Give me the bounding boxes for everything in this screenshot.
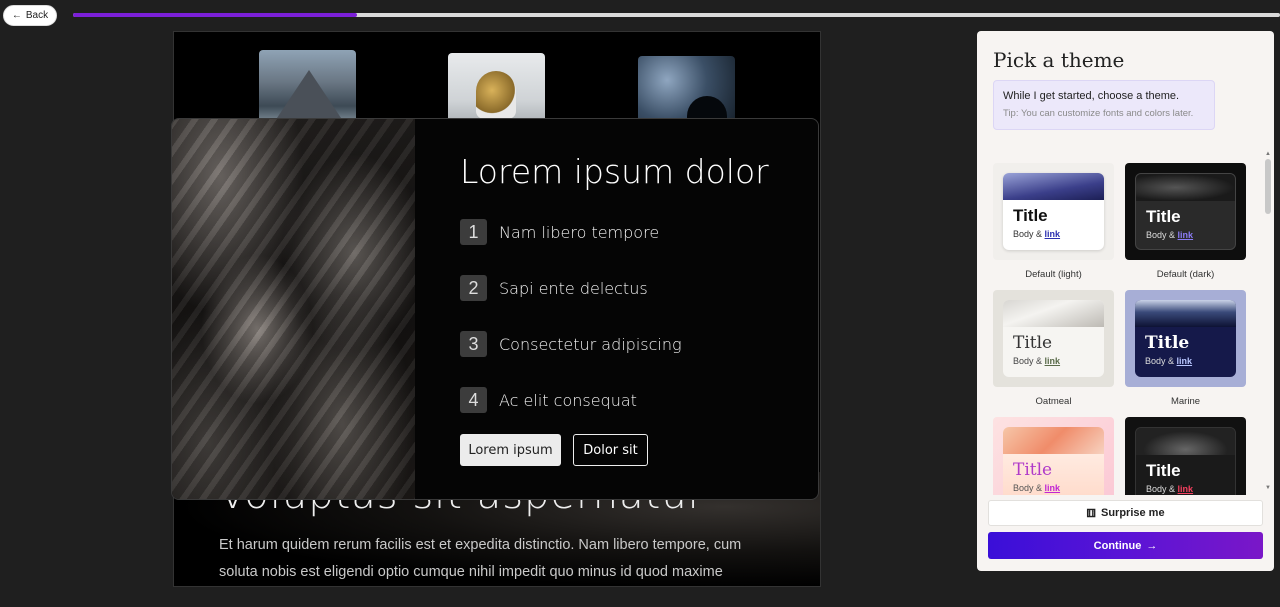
theme-preview-card[interactable]: Title Body & link	[1125, 163, 1246, 260]
scrollbar-thumb[interactable]	[1265, 159, 1271, 214]
list-number: 2	[460, 275, 487, 301]
theme-list-scrollbar[interactable]: ▲ ▼	[1263, 151, 1273, 491]
theme-name: Default (dark)	[1156, 269, 1215, 280]
theme-body: Body &	[1146, 230, 1176, 240]
list-item: 1 Nam libero tempore	[460, 219, 682, 245]
theme-title: Title	[1013, 333, 1053, 353]
back-button-label: Back	[25, 10, 49, 21]
theme-preview-card[interactable]: Title Body & link	[993, 163, 1114, 260]
theme-preview-card[interactable]: Title Body & link	[993, 417, 1114, 495]
theme-name: Marine	[1170, 396, 1201, 407]
list-item: 3 Consectetur adipiscing	[460, 331, 682, 357]
list-item-text: Ac elit consequat	[499, 390, 637, 410]
arrow-right-icon: →	[1146, 539, 1158, 552]
theme-link: link	[1177, 484, 1194, 494]
surprise-me-label: Surprise me	[1100, 507, 1165, 519]
list-item-text: Sapi ente delectus	[499, 278, 648, 298]
slide-secondary-button[interactable]: Dolor sit	[573, 434, 648, 466]
progress-bar	[73, 13, 1280, 17]
theme-title: Title	[1146, 207, 1181, 226]
theme-link: link	[1044, 356, 1061, 366]
slide-title: Lorem ipsum dolor	[460, 152, 769, 191]
theme-body: Body &	[1146, 484, 1176, 494]
tip-sub-text: Tip: You can customize fonts and colors …	[1003, 108, 1194, 119]
theme-preview-card[interactable]: Title Body & link	[1125, 290, 1246, 387]
theme-body: Body &	[1013, 483, 1043, 493]
theme-option-marine[interactable]: Title Body & link Marine	[1125, 290, 1246, 407]
continue-button[interactable]: Continue →	[988, 532, 1263, 559]
theme-title: Title	[1146, 461, 1181, 480]
list-number: 1	[460, 219, 487, 245]
theme-panel: Pick a theme While I get started, choose…	[977, 31, 1274, 571]
theme-title: Title	[1145, 333, 1190, 353]
theme-name: Default (light)	[1025, 269, 1082, 280]
arrow-left-icon: ←	[11, 10, 22, 21]
progress-fill	[73, 13, 357, 17]
tip-box: While I get started, choose a theme. Tip…	[993, 80, 1215, 130]
theme-preview-card[interactable]: Title Body & link	[993, 290, 1114, 387]
theme-body: Body &	[1013, 356, 1043, 366]
slide-card: Lorem ipsum dolor 1 Nam libero tempore 2S…	[171, 118, 819, 500]
theme-name: Oatmeal	[1035, 396, 1072, 407]
theme-link: link	[1044, 229, 1061, 239]
theme-link: link	[1177, 230, 1194, 240]
list-item-text: Nam libero tempore	[499, 222, 660, 242]
tip-main-text: While I get started, choose a theme.	[1003, 90, 1180, 102]
theme-option-oatmeal[interactable]: Title Body & link Oatmeal	[993, 290, 1114, 407]
surprise-me-button[interactable]: ⚅ Surprise me	[988, 500, 1263, 526]
numbered-list: 1 Nam libero tempore 2 Sapi ente delectus …	[460, 219, 682, 443]
abstract-fabric-image	[172, 119, 415, 499]
slide-primary-button[interactable]: Lorem ipsum	[460, 434, 561, 466]
list-number: 3	[460, 331, 487, 357]
panel-title: Pick a theme	[993, 48, 1125, 72]
theme-option-default-light[interactable]: Title Body & link Default (light)	[993, 163, 1114, 280]
theme-title: Title	[1013, 206, 1048, 225]
background-body-text: Et harum quidem rerum facilis est et exp…	[219, 537, 742, 580]
continue-label: Continue	[1093, 539, 1142, 552]
list-item: 2 Sapi ente delectus	[460, 275, 682, 301]
back-button[interactable]: ← Back	[3, 5, 57, 26]
list-item: 4 Ac elit consequat	[460, 387, 682, 413]
theme-grid: Title Body & link Default (light) Title …	[993, 163, 1247, 495]
theme-option-default-dark[interactable]: Title Body & link Default (dark)	[1125, 163, 1246, 280]
theme-title: Title	[1013, 460, 1053, 480]
scroll-down-icon[interactable]: ▼	[1264, 485, 1272, 491]
list-number: 4	[460, 387, 487, 413]
list-item-text: Consectetur adipiscing	[499, 334, 682, 354]
theme-body: Body &	[1013, 229, 1043, 239]
scroll-up-icon[interactable]: ▲	[1264, 151, 1272, 157]
theme-link: link	[1176, 356, 1193, 366]
theme-preview-card[interactable]: Title Body & link	[1125, 417, 1246, 495]
theme-option-gradient[interactable]: Title Body & link	[993, 417, 1114, 495]
theme-option-dark-gradient[interactable]: Title Body & link	[1125, 417, 1246, 495]
theme-link: link	[1044, 483, 1061, 493]
dice-icon: ⚅	[1086, 507, 1096, 520]
theme-body: Body &	[1145, 356, 1175, 366]
